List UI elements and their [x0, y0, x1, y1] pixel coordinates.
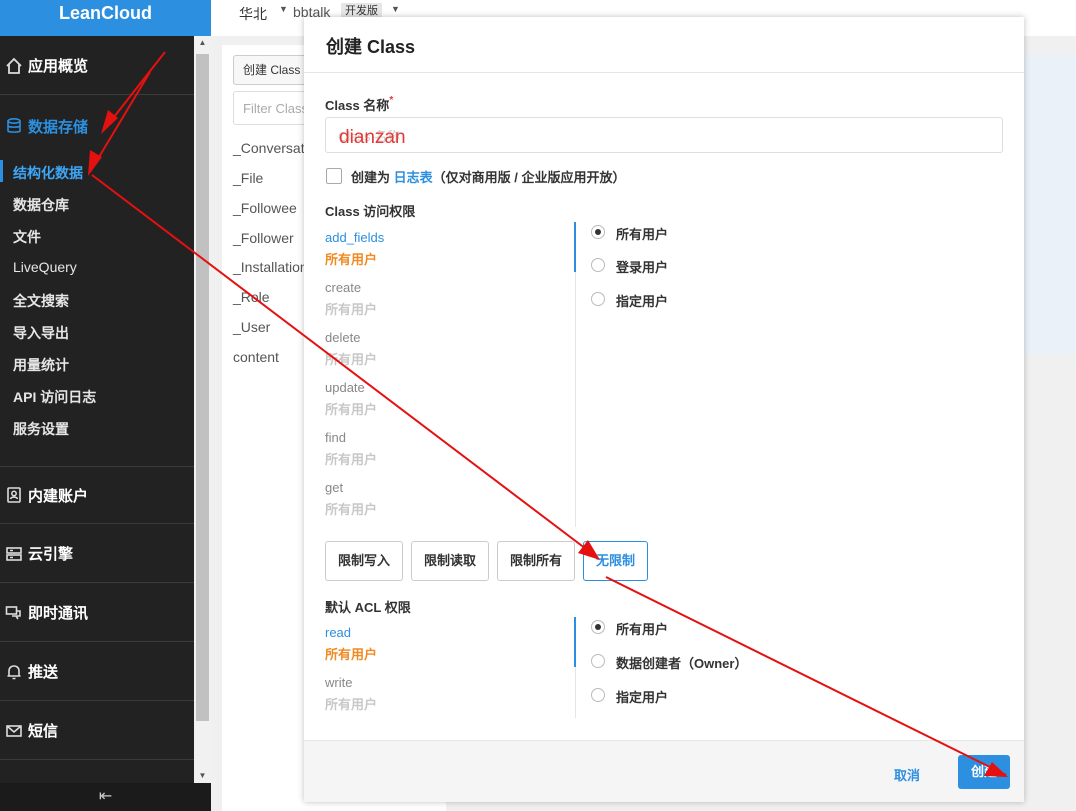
radio-label: 数据创建者（Owner） — [616, 656, 748, 671]
sidebar-subitem-import-export[interactable]: 导入导出 — [13, 323, 69, 343]
sidebar-item-label: 内建账户 — [28, 487, 89, 505]
preset-restrict-all-button[interactable]: 限制所有 — [497, 541, 575, 581]
sidebar-subitem-usage-stats[interactable]: 用量统计 — [13, 355, 69, 375]
sidebar-item-data-storage[interactable]: 数据存储 — [0, 97, 194, 155]
sidebar-scrollbar[interactable]: ▲ ▼ — [194, 36, 211, 783]
log-table-label: 创建为 日志表（仅对商用版 / 企业版应用开放） — [351, 170, 626, 185]
class-acl-label: Class 访问权限 — [325, 204, 416, 219]
sidebar-subitem-livequery[interactable]: LiveQuery — [13, 259, 77, 275]
cancel-button[interactable]: 取消 — [894, 765, 920, 784]
class-acl-radio-specified[interactable] — [591, 292, 605, 306]
sidebar-item-label: 短信 — [28, 723, 59, 740]
permission-update[interactable]: update 所有用户 — [325, 380, 377, 418]
radio-label: 所有用户 — [616, 622, 669, 637]
log-table-checkbox[interactable] — [326, 168, 342, 184]
user-card-icon — [0, 486, 28, 504]
scrollbar-thumb[interactable] — [196, 54, 209, 721]
preset-unrestricted-button[interactable]: 无限制 — [583, 541, 648, 581]
class-item[interactable]: _Follower — [233, 230, 294, 246]
default-acl-label: 默认 ACL 权限 — [325, 600, 411, 615]
class-name-value: dianzan — [339, 127, 406, 148]
sidebar-subitem-service-settings[interactable]: 服务设置 — [13, 419, 69, 439]
class-item[interactable]: _Followee — [233, 200, 297, 216]
preset-restrict-write-button[interactable]: 限制写入 — [325, 541, 403, 581]
scroll-down-icon[interactable]: ▼ — [194, 769, 211, 783]
radio-label: 所有用户 — [616, 227, 669, 242]
home-icon — [0, 57, 28, 75]
permission-create[interactable]: create 所有用户 — [325, 280, 377, 318]
sidebar-item-label: 数据存储 — [28, 118, 89, 136]
class-name-label: Class 名称* — [325, 95, 394, 113]
scroll-up-icon[interactable]: ▲ — [194, 36, 211, 50]
class-item[interactable]: _File — [233, 170, 263, 186]
server-icon — [0, 545, 28, 563]
default-acl-radio-owner[interactable] — [591, 654, 605, 668]
class-item[interactable]: _Role — [233, 289, 270, 305]
permission-find[interactable]: find 所有用户 — [325, 430, 377, 468]
collapse-sidebar-icon[interactable]: ⇤ — [0, 783, 211, 811]
create-button[interactable]: 创建 — [958, 755, 1010, 789]
required-mark: * — [389, 95, 394, 106]
radio-label: 指定用户 — [616, 690, 669, 705]
region-selector[interactable]: 华北 — [239, 4, 267, 24]
dialog-footer: 取消 创建 — [304, 740, 1024, 802]
dialog-title: 创建 Class — [326, 37, 416, 57]
permission-get[interactable]: get 所有用户 — [325, 480, 377, 518]
bell-icon — [0, 663, 28, 681]
caret-down-icon[interactable]: ▼ — [391, 4, 400, 14]
sidebar-subitem-data-warehouse[interactable]: 数据仓库 — [13, 195, 69, 215]
class-item[interactable]: _Installation — [233, 259, 308, 275]
active-indicator — [0, 160, 3, 182]
sidebar-subitem-files[interactable]: 文件 — [13, 227, 41, 247]
sidebar-subitem-structured-data[interactable]: 结构化数据 — [13, 163, 83, 183]
log-table-link[interactable]: 日志表 — [394, 170, 433, 185]
sidebar-subitem-api-logs[interactable]: API 访问日志 — [13, 387, 96, 407]
class-item[interactable]: _User — [233, 319, 270, 335]
selection-indicator — [574, 617, 576, 667]
default-acl-radio-specified[interactable] — [591, 688, 605, 702]
sidebar-item-cloud-engine[interactable]: 云引擎 — [0, 525, 194, 583]
sidebar-item-overview[interactable]: 应用概览 — [0, 37, 194, 95]
sidebar-item-sms[interactable]: 短信 — [0, 702, 194, 760]
radio-label: 指定用户 — [616, 294, 669, 309]
create-class-dialog: 创建 Class Class 名称* Class 名称 dianzan 创建为 … — [304, 17, 1024, 802]
permission-read[interactable]: read 所有用户 — [325, 625, 377, 663]
brand-logo[interactable]: LeanCloud — [0, 0, 211, 36]
sidebar-item-push[interactable]: 推送 — [0, 643, 194, 701]
database-icon — [0, 117, 28, 135]
sidebar-item-label: 即时通讯 — [28, 605, 89, 622]
preset-restrict-read-button[interactable]: 限制读取 — [411, 541, 489, 581]
permission-write[interactable]: write 所有用户 — [325, 675, 377, 713]
radio-label: 登录用户 — [616, 260, 669, 275]
class-item[interactable]: content — [233, 349, 279, 365]
permission-add-fields[interactable]: add_fields 所有用户 — [325, 230, 384, 268]
permission-delete[interactable]: delete 所有用户 — [325, 330, 377, 368]
class-acl-radio-all[interactable] — [591, 225, 605, 239]
sidebar: LeanCloud 应用概览 数据存储 结构化数据 数据仓库 文件 LiveQu… — [0, 0, 211, 811]
sidebar-item-im[interactable]: 即时通讯 — [0, 584, 194, 642]
chat-icon — [0, 604, 28, 622]
mail-icon — [0, 722, 28, 740]
caret-down-icon[interactable]: ▼ — [279, 4, 288, 14]
sidebar-item-label: 应用概览 — [28, 58, 89, 75]
background-panel — [1024, 55, 1076, 355]
selection-indicator — [574, 222, 576, 272]
sidebar-subitem-fulltext-search[interactable]: 全文搜索 — [13, 291, 69, 311]
sidebar-item-accounts[interactable]: 内建账户 — [0, 466, 194, 524]
sidebar-item-label: 云引擎 — [28, 546, 74, 563]
divider — [304, 72, 1024, 73]
sidebar-item-label: 推送 — [28, 664, 59, 681]
class-name-input[interactable] — [325, 117, 1003, 153]
class-acl-radio-logged-in[interactable] — [591, 258, 605, 272]
default-acl-radio-all[interactable] — [591, 620, 605, 634]
